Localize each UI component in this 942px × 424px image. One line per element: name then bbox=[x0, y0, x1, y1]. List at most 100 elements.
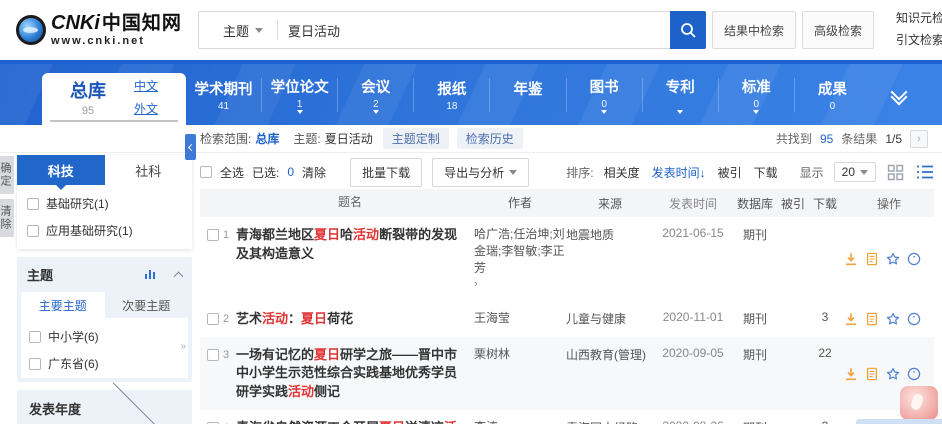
scope-value[interactable]: 总库 bbox=[255, 130, 279, 147]
nav-expand-button[interactable] bbox=[870, 64, 928, 125]
quote-icon[interactable]: ” bbox=[907, 367, 921, 381]
authors-cell[interactable]: 哈广浩;任治坤;刘金瑞;李智敏;李正芳› bbox=[474, 226, 566, 293]
tab-total-library[interactable]: 总库 95 中文 外文 bbox=[42, 73, 186, 125]
authors-cell[interactable]: 栗树林 bbox=[474, 346, 566, 403]
highlighted-keyword: 活动 bbox=[353, 227, 379, 242]
nav-item-4[interactable]: 报纸18 bbox=[413, 78, 489, 112]
advanced-search-button[interactable]: 高级检索 bbox=[802, 11, 874, 49]
side-section-1[interactable]: 发表年度 bbox=[17, 390, 192, 424]
confirm-button[interactable]: 确定 bbox=[0, 156, 14, 194]
result-title-link[interactable]: 青海省自然资源工会开展夏日送清凉活动 bbox=[236, 419, 474, 424]
row-select-cell: 3 bbox=[200, 346, 236, 403]
nav-item-6[interactable]: 图书0 bbox=[566, 78, 642, 112]
quote-icon[interactable]: ” bbox=[907, 312, 921, 326]
filter-tab-2[interactable]: 社科 bbox=[105, 155, 193, 185]
result-title-link[interactable]: 艺术活动：夏日荷花 bbox=[236, 310, 474, 329]
chinese-link[interactable]: 中文 bbox=[134, 77, 158, 94]
sidebar-collapse-button[interactable] bbox=[185, 134, 196, 160]
favorite-icon[interactable] bbox=[886, 312, 900, 326]
search-history-tag[interactable]: 检索历史 bbox=[457, 128, 523, 149]
source-link[interactable]: 青海国土经略 bbox=[566, 419, 654, 424]
result-title-link[interactable]: 青海都兰地区夏日哈活动断裂带的发现及其构造意义 bbox=[236, 226, 474, 293]
quote-icon[interactable]: ” bbox=[907, 252, 921, 266]
search-button[interactable] bbox=[670, 11, 706, 49]
page-size-dropdown[interactable]: 20 bbox=[834, 162, 876, 182]
favorite-icon[interactable] bbox=[886, 252, 900, 266]
selected-count: 0 bbox=[287, 165, 294, 179]
topic-tabs: 主要主题次要主题 bbox=[21, 292, 188, 318]
bar-chart-icon[interactable] bbox=[145, 270, 156, 279]
source-link[interactable]: 山西教育(管理) bbox=[566, 346, 654, 403]
topic-customize-tag[interactable]: 主题定制 bbox=[383, 128, 449, 149]
filter-checkbox-item[interactable]: 应用基础研究(1) bbox=[27, 222, 182, 239]
search-field-dropdown[interactable]: 主题 bbox=[199, 21, 277, 40]
highlighted-keyword: 夏日 bbox=[314, 347, 340, 362]
row-checkbox[interactable] bbox=[207, 349, 219, 361]
row-checkbox[interactable] bbox=[207, 229, 219, 241]
filter-tab-1[interactable]: 科技 bbox=[17, 155, 105, 185]
export-analyze-button[interactable]: 导出与分析 bbox=[432, 158, 529, 187]
brand-name: 中国知网 bbox=[102, 13, 182, 34]
column-header: 发表时间 bbox=[654, 195, 732, 212]
nav-item-1[interactable]: 学术期刊41 bbox=[186, 78, 261, 112]
topic-more-icon[interactable]: » bbox=[180, 341, 186, 352]
cnki-logo[interactable]: CNKi中国知网 www.cnki.net bbox=[16, 13, 198, 47]
row-checkbox[interactable] bbox=[207, 313, 219, 325]
topic-checkbox-item[interactable]: 中小学(6) bbox=[29, 328, 180, 345]
checkbox-icon[interactable] bbox=[29, 331, 41, 343]
download-icon[interactable] bbox=[844, 252, 858, 266]
list-view-icon[interactable] bbox=[915, 164, 934, 181]
nav-item-3[interactable]: 会议2 bbox=[337, 78, 413, 112]
foreign-link[interactable]: 外文 bbox=[134, 100, 158, 117]
checkbox-icon[interactable] bbox=[29, 358, 41, 370]
nav-item-7[interactable]: 专利 bbox=[642, 78, 718, 112]
knowledge-search-link[interactable]: 知识元检索> bbox=[896, 8, 942, 30]
download-icon[interactable] bbox=[844, 367, 858, 381]
source-link[interactable]: 儿童与健康 bbox=[566, 310, 654, 329]
column-header: 下载 bbox=[808, 195, 842, 212]
favorite-icon[interactable] bbox=[886, 367, 900, 381]
sort-option-1[interactable]: 相关度 bbox=[604, 164, 640, 181]
nav-item-count: 2 bbox=[373, 99, 379, 109]
expand-authors-icon[interactable]: › bbox=[474, 277, 566, 292]
nav-item-5[interactable]: 年鉴 bbox=[489, 78, 565, 112]
batch-download-button[interactable]: 批量下载 bbox=[350, 158, 422, 187]
authors-cell[interactable]: 王海莹 bbox=[474, 310, 566, 329]
nav-item-9[interactable]: 成果0 bbox=[794, 78, 870, 112]
download-count: 22 bbox=[808, 346, 842, 403]
checkbox-icon[interactable] bbox=[27, 225, 39, 237]
topic-checkbox-item[interactable]: 广东省(6) bbox=[29, 355, 180, 372]
nav-item-8[interactable]: 标准0 bbox=[718, 78, 794, 112]
sort-option-3[interactable]: 被引 bbox=[718, 164, 742, 181]
source-link[interactable]: 地震地质 bbox=[566, 226, 654, 293]
citation-search-link[interactable]: 引文检索> bbox=[896, 30, 942, 52]
select-all-label[interactable]: 全选 bbox=[220, 164, 244, 181]
authors-cell[interactable]: 李涛 bbox=[474, 419, 566, 424]
read-icon[interactable] bbox=[865, 367, 879, 381]
search-input[interactable] bbox=[278, 23, 671, 38]
sort-option-2[interactable]: 发表时间↓ bbox=[652, 164, 706, 181]
filter-checkbox-item[interactable]: 基础研究(1) bbox=[27, 195, 182, 212]
grid-view-icon[interactable] bbox=[886, 164, 905, 181]
read-icon[interactable] bbox=[865, 312, 879, 326]
table-row: 2艺术活动：夏日荷花王海莹儿童与健康2020-11-01期刊3” bbox=[200, 301, 934, 337]
service-widget[interactable] bbox=[900, 386, 938, 420]
read-icon[interactable] bbox=[865, 252, 879, 266]
download-icon[interactable] bbox=[844, 312, 858, 326]
header-links: 知识元检索> 引文检索> bbox=[896, 8, 942, 52]
total-library-label: 总库 bbox=[70, 77, 106, 103]
clear-filters-button[interactable]: 清除 bbox=[0, 199, 14, 237]
topic-tab-2[interactable]: 次要主题 bbox=[105, 292, 189, 318]
topic-section-header[interactable]: 主题 bbox=[17, 257, 192, 292]
checkbox-icon[interactable] bbox=[27, 198, 39, 210]
search-in-results-button[interactable]: 结果中检索 bbox=[712, 11, 796, 49]
result-title-link[interactable]: 一场有记忆的夏日研学之旅——晋中市中小学生示范性综合实践基地优秀学员研学实践活动… bbox=[236, 346, 474, 403]
nav-item-2[interactable]: 学位论文1 bbox=[261, 78, 337, 112]
row-index: 2 bbox=[223, 313, 229, 325]
select-all-checkbox[interactable] bbox=[200, 166, 212, 178]
nav-item-count: 0 bbox=[830, 101, 836, 112]
sort-option-4[interactable]: 下载 bbox=[754, 164, 778, 181]
next-page-button[interactable]: › bbox=[910, 130, 928, 148]
clear-selection-button[interactable]: 清除 bbox=[302, 164, 326, 181]
topic-tab-1[interactable]: 主要主题 bbox=[21, 292, 105, 318]
